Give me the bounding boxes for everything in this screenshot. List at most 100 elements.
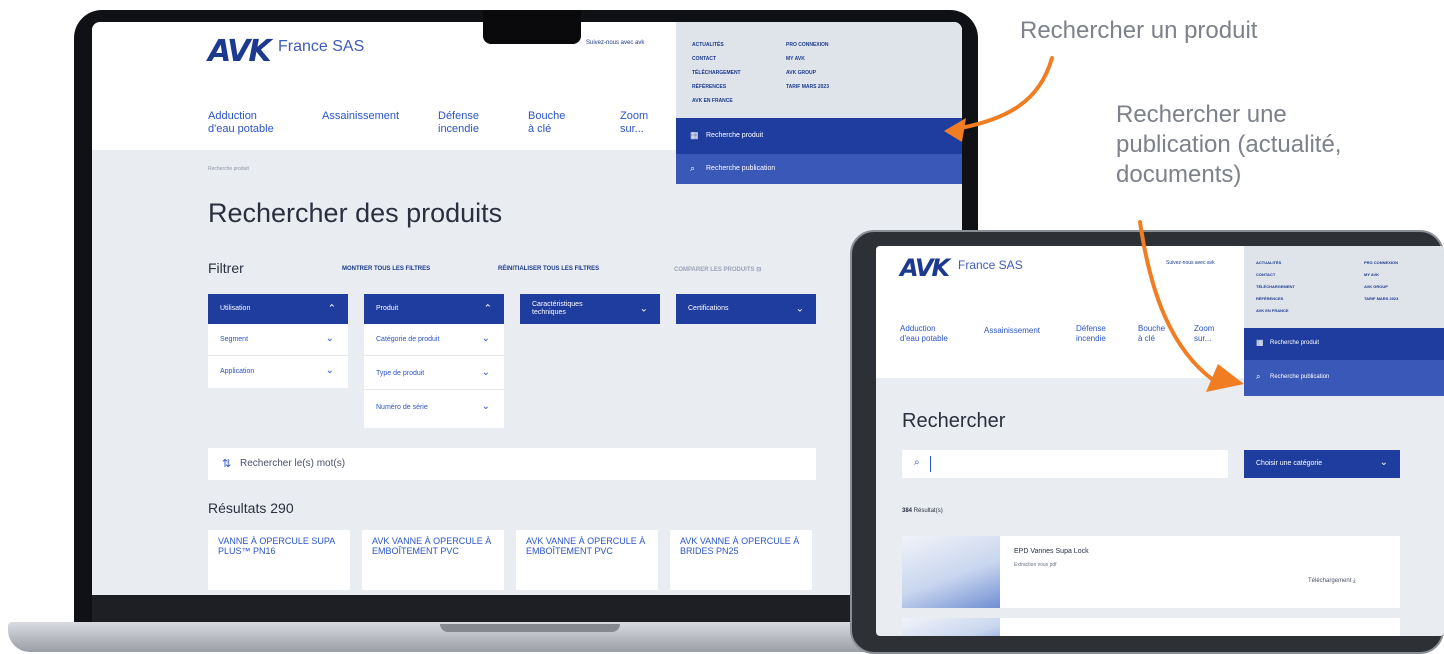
publication-search-input[interactable]: ⌕ <box>902 450 1228 478</box>
chevron-down-icon: ⌄ <box>639 303 648 315</box>
nav-zoom-sur[interactable]: Zoom sur... <box>1194 324 1214 344</box>
util-references[interactable]: Références <box>1256 296 1283 301</box>
avk-logo[interactable]: AVK <box>900 254 950 282</box>
option-numero-label: Numéro de série <box>376 404 428 411</box>
filter-caracteristiques[interactable]: Caractéristiques techniques ⌄ <box>520 294 660 324</box>
document-thumbnail <box>902 536 1000 608</box>
filter-caracteristiques-label: Caractéristiques techniques <box>532 301 583 316</box>
util-avk-group[interactable]: AVK Group <box>1364 284 1388 289</box>
nav-assainissement[interactable]: Assainissement <box>322 110 399 123</box>
nav-assainissement[interactable]: Assainissement <box>984 324 1040 337</box>
filter-certifications[interactable]: Certifications ⌄ <box>676 294 816 324</box>
package-icon: ▦ <box>1256 338 1264 347</box>
product-card-title: AVK VANNE À OPERCULE À BRIDES PN25 <box>680 536 800 556</box>
util-contact[interactable]: Contact <box>692 56 716 62</box>
laptop-camera-notch <box>483 10 581 44</box>
laptop-opening-lip <box>440 624 620 632</box>
nav-zoom-sur[interactable]: Zoom sur... <box>620 110 648 136</box>
page-title: Rechercher des produits <box>208 198 503 228</box>
search-publication-button[interactable]: ⌕ Recherche publication <box>676 154 962 184</box>
option-categorie[interactable]: Catégorie de produit ⌄ <box>364 324 504 356</box>
product-card-title: AVK VANNE À OPERCULE À EMBOÎTEMENT PVC <box>526 536 646 556</box>
product-card[interactable]: AVK VANNE À OPERCULE À BRIDES PN25 <box>670 530 812 590</box>
nav-adduction[interactable]: Adduction d'eau potable <box>900 324 948 344</box>
results-count: Résultats 290 <box>208 500 294 516</box>
util-pro-connexion[interactable]: Pro connexion <box>1364 260 1398 265</box>
util-tarif[interactable]: Tarif mars 2023 <box>786 84 829 90</box>
util-avk-group[interactable]: AVK Group <box>786 70 816 76</box>
filter-utilisation-options: Segment ⌄ Application ⌄ <box>208 324 348 388</box>
avk-logo[interactable]: AVK <box>208 34 272 69</box>
search-product-button[interactable]: ▦ Recherche produit <box>1244 328 1444 360</box>
compare-products-link[interactable]: Comparer les produits ⊟ <box>674 266 761 273</box>
filter-icon: ⇅ <box>222 458 232 470</box>
option-application[interactable]: Application ⌄ <box>208 356 348 388</box>
keyword-search-placeholder: Rechercher le(s) mot(s) <box>240 458 346 469</box>
chevron-down-icon: ⌄ <box>325 333 334 344</box>
utility-menu: Actualités Contact Téléchargement Référe… <box>676 22 962 118</box>
compare-label: Comparer les produits <box>674 267 755 273</box>
annotation-line: publication (actualité, <box>1116 131 1342 158</box>
util-references[interactable]: Références <box>692 84 726 90</box>
filter-produit-options: Catégorie de produit ⌄ Type de produit ⌄… <box>364 324 504 428</box>
nav-bouche-a-cle[interactable]: Bouche à clé <box>528 110 565 136</box>
search-product-button[interactable]: ▦ Recherche produit <box>676 118 962 154</box>
header-phone: Suivez-nous avec avk <box>1166 260 1215 266</box>
header-phone: Suivez-nous avec avk <box>586 40 645 46</box>
util-avk-en-france[interactable]: AVK en France <box>692 98 733 104</box>
search-icon: ⌕ <box>1256 372 1261 381</box>
search-publication-button[interactable]: ⌕ Recherche publication <box>1244 360 1444 396</box>
search-product-label: Recherche produit <box>1270 340 1320 346</box>
chevron-down-icon: ⌄ <box>481 401 490 412</box>
download-link[interactable]: Téléchargement ⤓ <box>1308 578 1356 585</box>
filter-produit[interactable]: Produit ⌃ <box>364 294 504 324</box>
chevron-down-icon: ⌄ <box>481 333 490 344</box>
util-contact[interactable]: Contact <box>1256 272 1275 277</box>
search-publication-label: Recherche publication <box>706 165 776 172</box>
download-icon: ⤓ <box>1353 578 1356 584</box>
chevron-up-icon: ⌃ <box>327 303 336 315</box>
option-type[interactable]: Type de produit ⌄ <box>364 358 504 390</box>
util-telechargement[interactable]: Téléchargement <box>1256 284 1295 289</box>
option-type-label: Type de produit <box>376 370 425 377</box>
option-segment[interactable]: Segment ⌄ <box>208 324 348 356</box>
annotation-search-product: Rechercher un produit <box>1020 17 1258 44</box>
util-pro-connexion[interactable]: Pro connexion <box>786 42 829 48</box>
search-publication-label: Recherche publication <box>1270 374 1330 380</box>
option-numero[interactable]: Numéro de série ⌄ <box>364 392 504 424</box>
util-my-avk[interactable]: My AVK <box>1364 272 1379 277</box>
document-thumbnail <box>902 618 1000 636</box>
annotation-line: documents) <box>1116 161 1242 188</box>
product-card[interactable]: AVK VANNE À OPERCULE À EMBOÎTEMENT PVC <box>516 530 658 590</box>
nav-defense-incendie[interactable]: Défense incendie <box>1076 324 1106 344</box>
product-card[interactable]: VANNE À OPERCULE SUPA PLUS™ PN16 <box>208 530 350 590</box>
keyword-search-input[interactable]: ⇅ Rechercher le(s) mot(s) <box>208 448 816 480</box>
breadcrumb[interactable]: Recherche produit <box>208 166 249 172</box>
compare-icon: ⊟ <box>756 267 762 273</box>
util-actualites[interactable]: Actualités <box>692 42 724 48</box>
nav-adduction[interactable]: Adduction d'eau potable <box>208 110 274 136</box>
chevron-down-icon: ⌄ <box>325 365 334 376</box>
search-icon: ⌕ <box>690 163 696 173</box>
page-title: Rechercher <box>902 410 1006 432</box>
laptop-screen: AVK France SAS Suivez-nous avec avk Addu… <box>92 22 962 595</box>
util-avk-en-france[interactable]: AVK en France <box>1256 308 1289 313</box>
util-my-avk[interactable]: My AVK <box>786 56 805 62</box>
util-actualites[interactable]: Actualités <box>1256 260 1281 265</box>
reset-filters-link[interactable]: Réinitialiser tous les filtres <box>498 266 599 272</box>
show-all-filters-link[interactable]: Montrer tous les filtres <box>342 266 430 272</box>
nav-defense-incendie[interactable]: Défense incendie <box>438 110 479 136</box>
filter-utilisation[interactable]: Utilisation ⌃ <box>208 294 348 324</box>
nav-bouche-a-cle[interactable]: Bouche à clé <box>1138 324 1165 344</box>
publication-card[interactable]: EPD Vannes Supa Lock Extraction vous pdf… <box>902 536 1400 608</box>
publication-subtitle: Extraction vous pdf <box>1014 562 1057 568</box>
publication-card[interactable] <box>902 618 1400 636</box>
util-tarif[interactable]: Tarif mars 2023 <box>1364 296 1398 301</box>
option-segment-label: Segment <box>220 336 249 343</box>
filter-label: Filtrer <box>208 260 244 276</box>
product-card[interactable]: AVK VANNE À OPERCULE À EMBOÎTEMENT PVC <box>362 530 504 590</box>
chevron-up-icon: ⌃ <box>483 303 492 315</box>
search-product-label: Recherche produit <box>706 132 764 139</box>
util-telechargement[interactable]: Téléchargement <box>692 70 741 76</box>
category-select[interactable]: Choisir une catégorie ⌄ <box>1244 450 1400 478</box>
